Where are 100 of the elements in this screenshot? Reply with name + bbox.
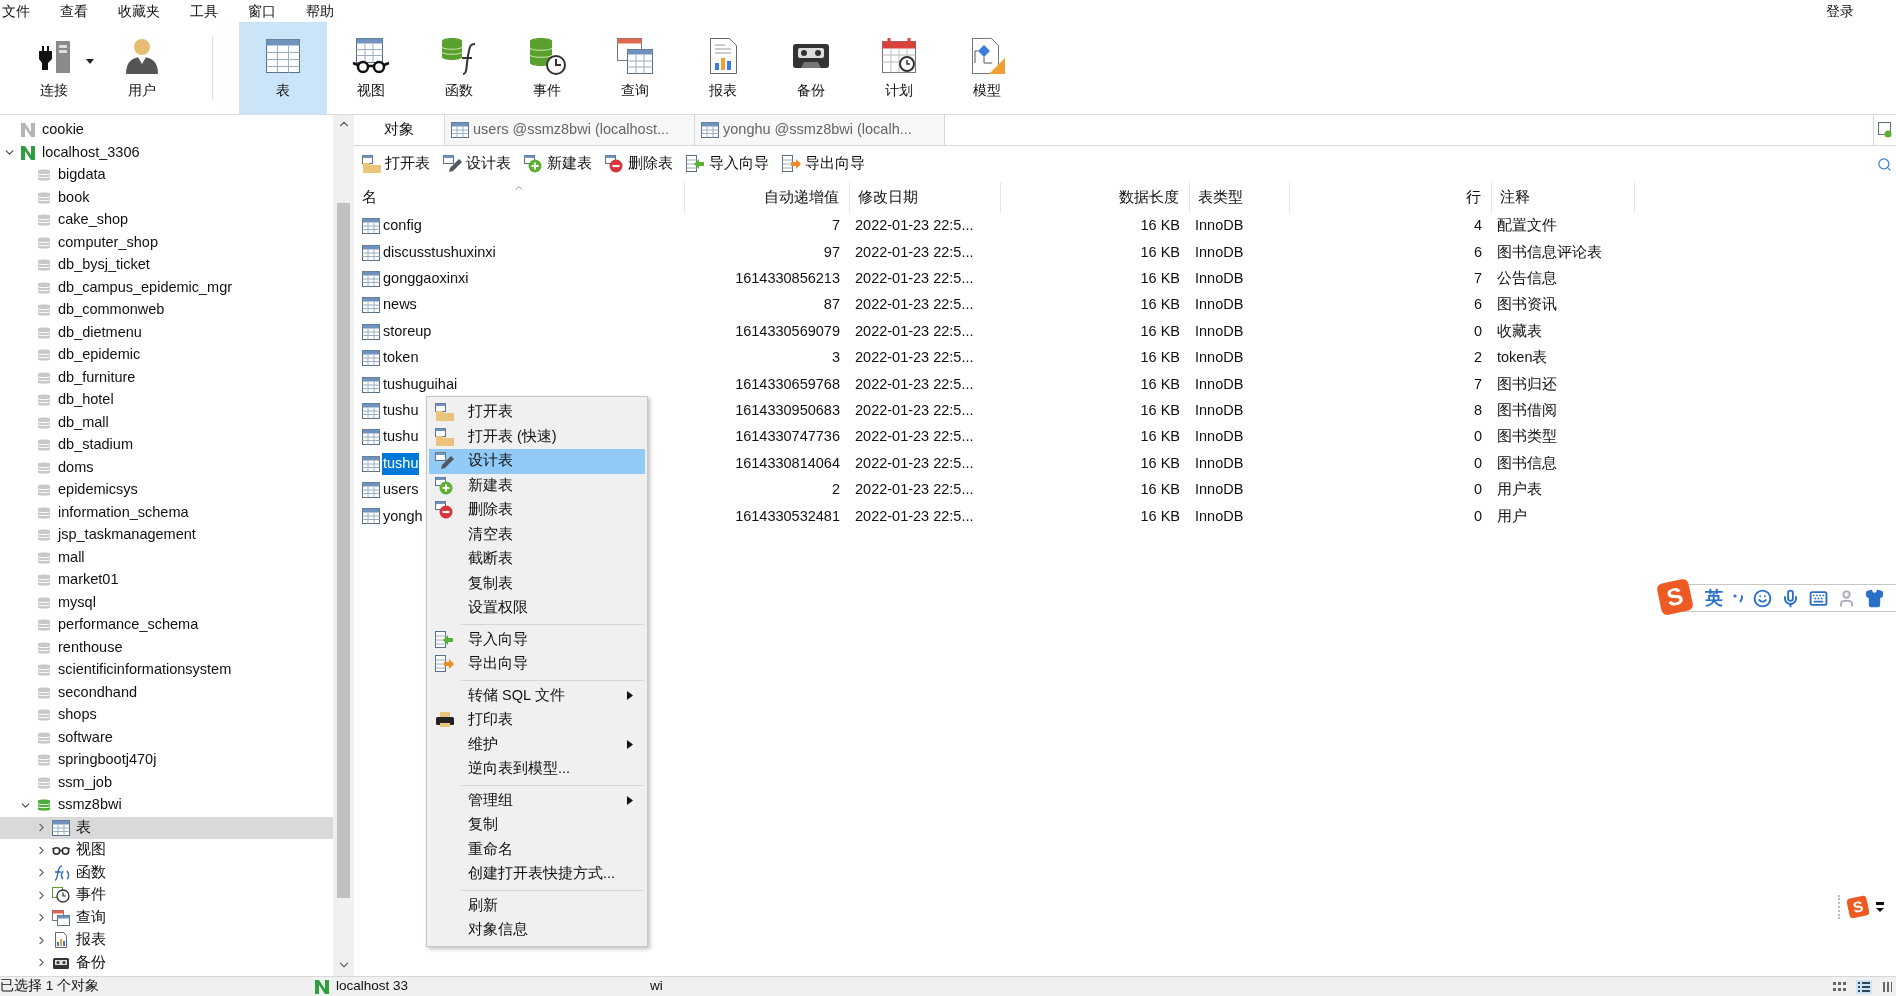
menu-item[interactable]: 截断表 — [429, 547, 645, 572]
tree-item[interactable]: db_bysj_ticket — [0, 254, 333, 277]
table-name[interactable]: yongh — [382, 505, 424, 528]
tree-item[interactable]: shops — [0, 704, 333, 727]
menu-item[interactable]: 收藏夹 — [103, 0, 175, 22]
tree-item[interactable]: db_campus_epidemic_mgr — [0, 276, 333, 299]
tree-item[interactable]: 报表 — [0, 929, 333, 952]
toolbar-button[interactable]: 事件 — [503, 22, 591, 114]
table-name[interactable]: storeup — [382, 320, 433, 343]
menu-item[interactable]: 清空表 — [429, 522, 645, 547]
toolbar-button[interactable]: 计划 — [855, 22, 943, 114]
tree-item[interactable]: springbootj470j — [0, 749, 333, 772]
menu-item[interactable]: 文件 — [0, 0, 45, 22]
tree-item[interactable]: 表 — [0, 816, 333, 839]
menu-item[interactable]: 设计表 — [429, 449, 645, 474]
menu-item[interactable]: 创建打开表快捷方式... — [429, 862, 645, 887]
menu-item[interactable]: 刷新 — [429, 893, 645, 918]
smiley-icon[interactable] — [1753, 588, 1772, 608]
tree-item[interactable]: ssmz8bwi — [0, 794, 333, 817]
menu-item[interactable]: 删除表 — [429, 498, 645, 523]
tree-item[interactable]: book — [0, 186, 333, 209]
table-name[interactable]: users — [382, 479, 420, 501]
column-header[interactable]: 表类型 — [1190, 182, 1290, 213]
tree-item[interactable]: db_commonweb — [0, 299, 333, 322]
tree-item[interactable]: market01 — [0, 569, 333, 592]
tree-item[interactable]: mall — [0, 546, 333, 569]
tree-item[interactable]: db_mall — [0, 411, 333, 434]
menu-item[interactable]: 工具 — [175, 0, 233, 22]
tree-item[interactable]: jsp_taskmanagement — [0, 524, 333, 547]
table-name[interactable]: token — [382, 347, 420, 369]
tree-item[interactable]: computer_shop — [0, 231, 333, 254]
tree-item[interactable]: information_schema — [0, 501, 333, 524]
table-name[interactable]: tushuguihai — [382, 373, 459, 396]
search-icon[interactable] — [1877, 156, 1892, 172]
tree-item[interactable]: 函数 — [0, 861, 333, 884]
tree-item[interactable]: doms — [0, 456, 333, 479]
tree-item[interactable]: 备份 — [0, 951, 333, 974]
menu-item[interactable]: 打开表 — [429, 400, 645, 425]
toolbar-button[interactable]: 模型 — [943, 22, 1031, 114]
tree-item[interactable]: scientificinformationsystem — [0, 659, 333, 682]
tree-item[interactable]: ssm_job — [0, 771, 333, 794]
tree-item[interactable]: 视图 — [0, 839, 333, 862]
tree-item[interactable]: cookie — [0, 119, 333, 142]
menu-item[interactable]: 帮助 — [291, 0, 349, 22]
tab[interactable]: yonghu @ssmz8bwi (localh... — [695, 115, 945, 145]
tree-item[interactable]: mysql — [0, 591, 333, 614]
column-header[interactable]: 行 — [1290, 182, 1492, 213]
menu-item[interactable]: 转储 SQL 文件 — [429, 683, 645, 708]
column-header[interactable]: 修改日期 — [850, 182, 1001, 213]
tree-item[interactable]: localhost_3306 — [0, 141, 333, 164]
toolbar-button[interactable]: 视图 — [327, 22, 415, 114]
toolbar-button[interactable]: 备份 — [767, 22, 855, 114]
menu-item[interactable]: 查看 — [45, 0, 103, 22]
dropdown-icon[interactable] — [1876, 901, 1884, 913]
tab[interactable]: users @ssmz8bwi (localhost... — [445, 115, 695, 145]
tree-item[interactable]: epidemicsys — [0, 479, 333, 502]
menu-item[interactable]: 导入向导 — [429, 627, 645, 652]
tree-item[interactable]: db_dietmenu — [0, 321, 333, 344]
toolbar-button[interactable]: 函数 — [415, 22, 503, 114]
toolbar-button[interactable]: 删除表 — [603, 153, 675, 175]
menu-item[interactable]: 设置权限 — [429, 596, 645, 621]
toolbar-button[interactable]: 导入向导 — [684, 153, 771, 175]
tree-item[interactable]: 事件 — [0, 884, 333, 907]
menu-item[interactable]: 窗口 — [233, 0, 291, 22]
menu-item[interactable]: 打印表 — [429, 708, 645, 733]
menu-item[interactable]: 导出向导 — [429, 652, 645, 677]
table-add-icon[interactable] — [1878, 122, 1892, 138]
toolbar-button[interactable]: 设计表 — [441, 153, 513, 175]
menu-item[interactable]: 重命名 — [429, 837, 645, 862]
menu-item[interactable]: 打开表 (快速) — [429, 424, 645, 449]
menu-item[interactable]: 管理组 — [429, 788, 645, 813]
table-name[interactable]: tushu — [382, 426, 420, 449]
menu-item[interactable]: 逆向表到模型... — [429, 757, 645, 782]
toolbar-button[interactable]: 用户 — [98, 22, 186, 114]
menu-item[interactable]: 维护 — [429, 732, 645, 757]
microphone-icon[interactable] — [1781, 588, 1800, 608]
table-name[interactable]: config — [382, 215, 423, 238]
table-name[interactable]: tushu — [382, 400, 420, 422]
tree-item[interactable]: performance_schema — [0, 614, 333, 637]
tree-item[interactable]: bigdata — [0, 164, 333, 187]
table-name[interactable]: gonggaoxinxi — [382, 268, 470, 290]
tree-item[interactable]: cake_shop — [0, 209, 333, 232]
toolbar-button[interactable]: 连接 — [10, 22, 98, 114]
shirt-icon[interactable] — [1865, 588, 1884, 608]
ime-mode[interactable]: 英 — [1705, 584, 1723, 612]
tree-item[interactable]: 查询 — [0, 906, 333, 929]
grid-view-icon[interactable] — [1832, 980, 1846, 993]
table-name[interactable]: news — [382, 294, 418, 317]
keyboard-icon[interactable] — [1809, 588, 1828, 608]
tree-item[interactable]: renthouse — [0, 636, 333, 659]
table-name[interactable]: tushu — [382, 452, 420, 475]
column-header[interactable]: 数据长度 — [1001, 182, 1190, 213]
tree-item[interactable]: db_hotel — [0, 389, 333, 412]
column-header[interactable]: 自动递增值 — [685, 182, 850, 213]
toolbar-button[interactable]: 表 — [239, 22, 327, 114]
tree-item[interactable]: db_stadium — [0, 434, 333, 457]
tree-item[interactable]: db_epidemic — [0, 344, 333, 367]
tree-item[interactable]: software — [0, 726, 333, 749]
menu-item[interactable]: 新建表 — [429, 473, 645, 498]
toolbar-button[interactable]: 打开表 — [360, 153, 432, 175]
